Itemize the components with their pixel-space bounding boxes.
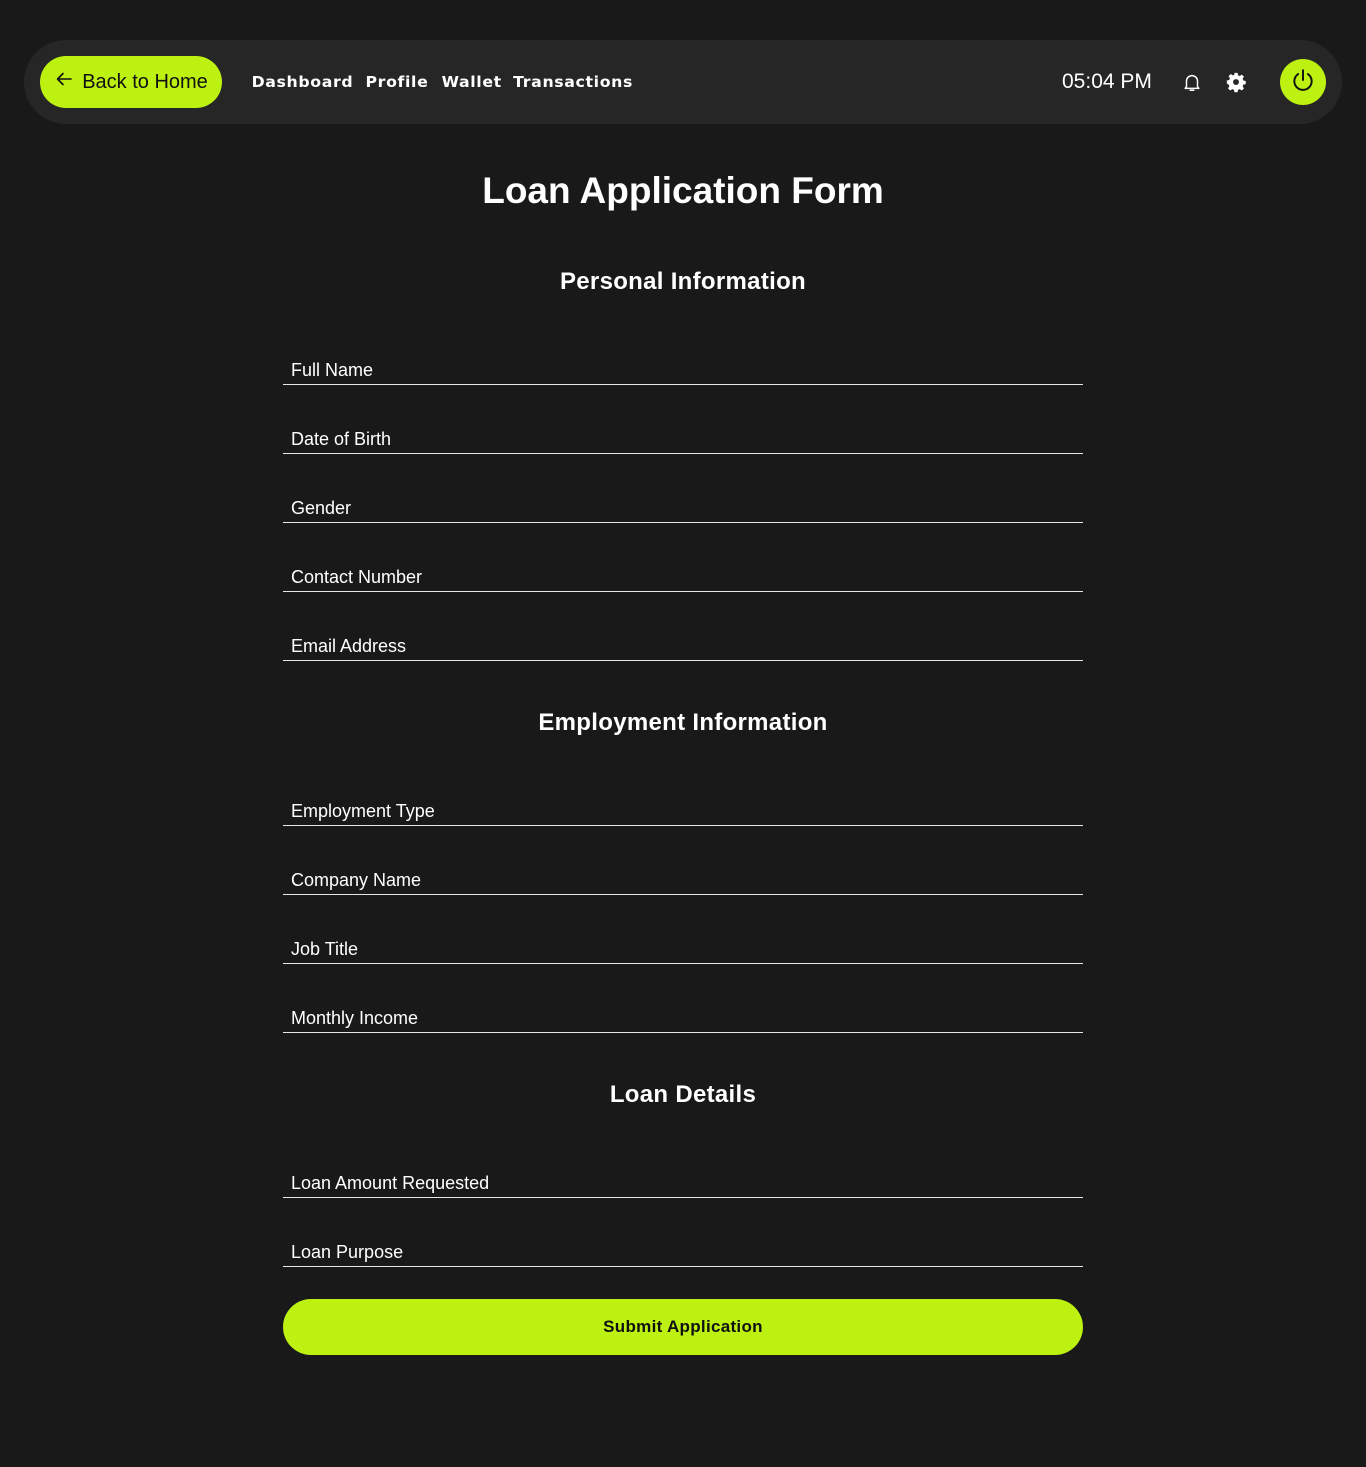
- monthly-income-field[interactable]: Monthly Income: [283, 993, 1083, 1033]
- job-title-field[interactable]: Job Title: [283, 924, 1083, 964]
- arrow-left-icon: [54, 69, 74, 95]
- gender-input[interactable]: [283, 483, 1083, 522]
- page-title: Loan Application Form: [482, 170, 884, 211]
- loan-amount-input[interactable]: [283, 1158, 1083, 1197]
- job-title-input[interactable]: [283, 924, 1083, 963]
- employment-type-field[interactable]: Employment Type: [283, 786, 1083, 826]
- monthly-income-input[interactable]: [283, 993, 1083, 1032]
- nav-link-wallet[interactable]: Wallet: [441, 73, 501, 91]
- back-to-home-button[interactable]: Back to Home: [40, 56, 222, 108]
- date-of-birth-field[interactable]: Date of Birth: [283, 414, 1083, 454]
- nav-links: Dashboard Profile Wallet Transactions: [252, 40, 633, 124]
- back-to-home-label: Back to Home: [82, 70, 208, 93]
- submit-application-button[interactable]: Submit Application: [283, 1299, 1083, 1355]
- top-navbar: Back to Home Dashboard Profile Wallet Tr…: [24, 40, 1342, 124]
- power-button[interactable]: [1280, 59, 1326, 105]
- power-icon: [1290, 67, 1316, 98]
- employment-type-input[interactable]: [283, 786, 1083, 825]
- nav-link-dashboard[interactable]: Dashboard: [252, 73, 354, 91]
- full-name-field[interactable]: Full Name: [283, 345, 1083, 385]
- section-title-employment: Employment Information: [538, 709, 828, 736]
- bell-icon[interactable]: [1179, 69, 1205, 95]
- date-of-birth-input[interactable]: [283, 414, 1083, 453]
- nav-link-transactions[interactable]: Transactions: [513, 73, 633, 91]
- loan-purpose-input[interactable]: [283, 1227, 1083, 1266]
- gear-icon[interactable]: [1223, 69, 1249, 95]
- full-name-input[interactable]: [283, 345, 1083, 384]
- contact-number-input[interactable]: [283, 552, 1083, 591]
- loan-amount-field[interactable]: Loan Amount Requested: [283, 1158, 1083, 1198]
- section-title-loan: Loan Details: [609, 1081, 757, 1108]
- section-title-personal: Personal Information: [559, 268, 807, 295]
- company-name-field[interactable]: Company Name: [283, 855, 1083, 895]
- nav-link-profile[interactable]: Profile: [365, 73, 428, 91]
- email-address-field[interactable]: Email Address: [283, 621, 1083, 661]
- contact-number-field[interactable]: Contact Number: [283, 552, 1083, 592]
- clock-display: 05:04 PM: [1062, 70, 1152, 93]
- company-name-input[interactable]: [283, 855, 1083, 894]
- gender-field[interactable]: Gender: [283, 483, 1083, 523]
- email-address-input[interactable]: [283, 621, 1083, 660]
- loan-purpose-field[interactable]: Loan Purpose: [283, 1227, 1083, 1267]
